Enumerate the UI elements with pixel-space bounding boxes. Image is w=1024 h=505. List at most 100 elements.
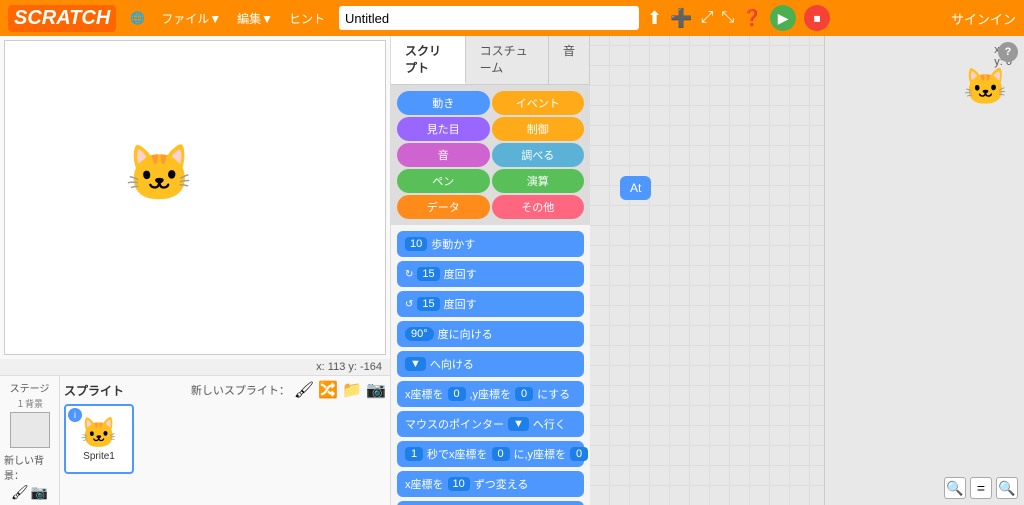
stage-coordinates: x: 113 y: -164 xyxy=(0,359,390,375)
upload-icon[interactable]: ⬆ xyxy=(647,8,662,29)
edit-menu[interactable]: 編集▼ xyxy=(231,8,279,29)
photo-backdrop-icon[interactable]: 📷 xyxy=(31,484,48,501)
stage-view-mini: x: 0 y: 0 ? 🐱 🔍 = 🔍 xyxy=(824,36,1024,505)
block-set-x[interactable]: x座標を 0 にする xyxy=(397,501,584,505)
upload-sprite-icon[interactable]: 📁 xyxy=(342,380,362,400)
block-glide[interactable]: 1 秒でx座標を 0 に,y座標を 0 に xyxy=(397,441,584,467)
sprite-item-sprite1[interactable]: i 🐱 Sprite1 xyxy=(64,404,134,474)
stage-sprite-cat: 🐱 xyxy=(125,141,193,206)
block-point-toward-label: へ向ける xyxy=(430,356,474,372)
block-point-dir[interactable]: 90° 度に向ける xyxy=(397,321,584,347)
tab-costume[interactable]: コスチューム xyxy=(466,36,549,84)
script-block-at[interactable]: At xyxy=(620,176,651,200)
cat-sense[interactable]: 調べる xyxy=(492,143,585,167)
cat-control[interactable]: 制御 xyxy=(492,117,585,141)
scratch-logo[interactable]: SCRATCH xyxy=(8,5,116,32)
block-goto-xy-sep: ,y座標を xyxy=(470,386,512,402)
block-goto-xy-end: にする xyxy=(537,386,570,402)
cat-sound[interactable]: 音 xyxy=(397,143,490,167)
sprite-list-area: スプライト 新しいスプライト： 🖌 🔀 📁 📷 i 🐱 Spr xyxy=(60,376,390,505)
backdrop-icons: 🖌 📷 xyxy=(11,484,48,501)
stage-sublabel: １背景 xyxy=(16,397,43,410)
block-move-input[interactable]: 10 xyxy=(405,237,427,251)
block-goto-label: マウスのポインター xyxy=(405,416,504,432)
block-turn-left-input[interactable]: 15 xyxy=(417,297,439,311)
block-goto[interactable]: マウスのポインター ▼ へ行く xyxy=(397,411,584,437)
new-backdrop-label: 新しい背景： xyxy=(4,452,55,482)
signin-button[interactable]: サインイン xyxy=(951,9,1016,28)
stage-label: ステージ xyxy=(10,380,50,395)
cat-motion[interactable]: 動き xyxy=(397,91,490,115)
fullscreen-icon[interactable]: ⤢ xyxy=(701,9,714,27)
block-move[interactable]: 10 歩動かす xyxy=(397,231,584,257)
block-goto-x-input[interactable]: 0 xyxy=(448,387,466,401)
add-icon[interactable]: ➕ xyxy=(670,8,692,29)
tab-script[interactable]: スクリプト xyxy=(391,36,466,84)
block-glide-input[interactable]: 1 xyxy=(405,447,423,461)
paint-sprite-icon[interactable]: 🖌 xyxy=(294,380,314,400)
block-turn-right-input[interactable]: 15 xyxy=(417,267,439,281)
block-move-label: 歩動かす xyxy=(431,236,475,252)
stage-area: 🐱 x: 113 y: -164 ステージ １背景 新しい背景： 🖌 📷 スプラ… xyxy=(0,36,390,505)
help-button[interactable]: ? xyxy=(998,42,1018,62)
block-goto-xy[interactable]: x座標を 0 ,y座標を 0 にする xyxy=(397,381,584,407)
stage-thumbnail[interactable] xyxy=(10,412,50,448)
zoom-controls: 🔍 = 🔍 xyxy=(944,477,1018,499)
green-flag-button[interactable]: ▶ xyxy=(770,5,796,31)
cat-pen[interactable]: ペン xyxy=(397,169,490,193)
cat-operator[interactable]: 演算 xyxy=(492,169,585,193)
turn-right-icon: ↻ xyxy=(405,269,413,280)
cat-data[interactable]: データ xyxy=(397,195,490,219)
tab-sound[interactable]: 音 xyxy=(549,36,590,84)
stop-button[interactable]: ⏹ xyxy=(804,5,830,31)
editor-tabs: スクリプト コスチューム 音 xyxy=(391,36,590,85)
block-change-x-end: ずつ変える xyxy=(474,476,529,492)
block-change-x-input[interactable]: 10 xyxy=(448,477,470,491)
block-point-toward-dropdown[interactable]: ▼ xyxy=(405,357,426,371)
cat-looks[interactable]: 見た目 xyxy=(397,117,490,141)
topbar-nav: 🌐 ファイル▼ 編集▼ ヒント xyxy=(124,8,331,29)
script-canvas: At xyxy=(590,36,824,505)
cat-event[interactable]: イベント xyxy=(492,91,585,115)
block-turn-right-label: 度回す xyxy=(444,266,477,282)
topbar: SCRATCH 🌐 ファイル▼ 編集▼ ヒント ⬆ ➕ ⤢ ⤡ ❓ ▶ ⏹ サイ… xyxy=(0,0,1024,36)
hint-menu[interactable]: ヒント xyxy=(283,8,331,29)
file-menu[interactable]: ファイル▼ xyxy=(155,8,227,29)
turn-left-icon: ↺ xyxy=(405,299,413,310)
blocks-list: 10 歩動かす ↻ 15 度回す ↺ 15 度回す 90° 度に向ける ▼ へ向… xyxy=(391,225,590,505)
block-glide-y-input[interactable]: 0 xyxy=(570,447,588,461)
help-circle-icon[interactable]: ❓ xyxy=(742,8,762,28)
stage-canvas[interactable]: 🐱 xyxy=(4,40,386,355)
paint-backdrop-icon[interactable]: 🖌 xyxy=(11,484,29,501)
block-goto-dropdown[interactable]: ▼ xyxy=(508,417,529,431)
block-turn-left[interactable]: ↺ 15 度回す xyxy=(397,291,584,317)
cat-more[interactable]: その他 xyxy=(492,195,585,219)
globe-icon[interactable]: 🌐 xyxy=(124,9,151,27)
at-block[interactable]: At xyxy=(620,176,651,200)
stage-selector: ステージ １背景 新しい背景： 🖌 📷 xyxy=(0,376,60,505)
block-goto-xy-label: x座標を xyxy=(405,386,444,402)
block-glide-mid: に,y座標を xyxy=(514,446,567,462)
block-change-x[interactable]: x座標を 10 ずつ変える xyxy=(397,471,584,497)
main-area: 🐱 x: 113 y: -164 ステージ １背景 新しい背景： 🖌 📷 スプラ… xyxy=(0,36,1024,505)
resize-icon[interactable]: ⤡ xyxy=(721,9,734,27)
sprite-info-icon[interactable]: i xyxy=(68,408,82,422)
zoom-in-button[interactable]: 🔍 xyxy=(944,477,966,499)
zoom-reset-button[interactable]: = xyxy=(970,477,992,499)
block-point-dir-input[interactable]: 90° xyxy=(405,327,434,341)
zoom-out-button[interactable]: 🔍 xyxy=(996,477,1018,499)
sprite-cat-image: 🐱 xyxy=(80,416,117,451)
block-goto-end: へ行く xyxy=(533,416,566,432)
script-area[interactable]: At xyxy=(590,36,824,505)
block-point-toward[interactable]: ▼ へ向ける xyxy=(397,351,584,377)
camera-sprite-icon[interactable]: 📷 xyxy=(366,380,386,400)
block-point-dir-label: 度に向ける xyxy=(438,326,493,342)
block-glide-x-input[interactable]: 0 xyxy=(492,447,510,461)
block-turn-right[interactable]: ↻ 15 度回す xyxy=(397,261,584,287)
random-sprite-icon[interactable]: 🔀 xyxy=(318,380,338,400)
block-goto-y-input[interactable]: 0 xyxy=(515,387,533,401)
project-title-input[interactable] xyxy=(339,6,639,30)
sprite-header: スプライト 新しいスプライト： 🖌 🔀 📁 📷 xyxy=(64,380,386,400)
block-glide-label: 秒でx座標を xyxy=(427,446,488,462)
new-sprite-label: 新しいスプライト： xyxy=(191,382,290,398)
